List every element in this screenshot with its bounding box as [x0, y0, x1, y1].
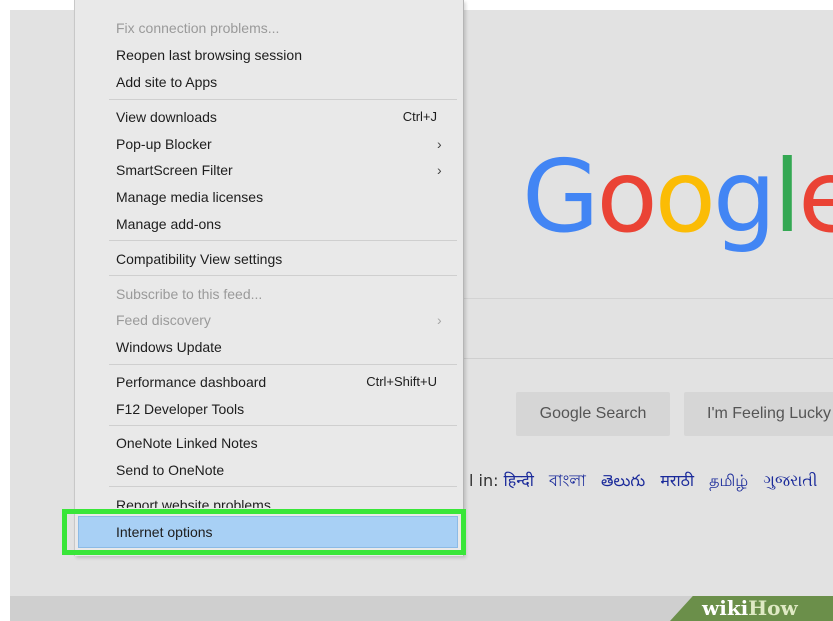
google-logo: Google — [522, 138, 833, 255]
language-link-bangla[interactable]: বাংলা — [549, 471, 586, 490]
menu-item-f12-tools[interactable]: F12 Developer Tools — [116, 398, 244, 420]
logo-letter: g — [712, 138, 777, 255]
submenu-arrow-icon: › — [437, 312, 442, 328]
menu-separator — [109, 275, 457, 276]
menu-separator — [109, 240, 457, 241]
submenu-arrow-icon: › — [437, 136, 442, 152]
menu-item-onenote-linked[interactable]: OneNote Linked Notes — [116, 432, 258, 454]
language-link-gujarati[interactable]: ગુજરાતી — [763, 471, 817, 490]
language-link-tamil[interactable]: தமிழ் — [709, 471, 748, 490]
menu-item-send-onenote[interactable]: Send to OneNote — [116, 459, 224, 481]
menu-item-smartscreen[interactable]: SmartScreen Filter — [116, 159, 233, 181]
menu-item-perf-dashboard[interactable]: Performance dashboard — [116, 371, 266, 393]
language-link-telugu[interactable]: తెలుగు — [601, 471, 645, 490]
language-link-marathi[interactable]: मराठी — [660, 471, 694, 490]
menu-item-feed-discovery[interactable]: Feed discovery — [116, 309, 211, 331]
menu-separator — [109, 364, 457, 365]
menu-item-windows-update[interactable]: Windows Update — [116, 336, 222, 358]
language-links: l in: हिन्दी বাংলা తెలుగు मराठी தமிழ் ગુ… — [469, 468, 833, 495]
search-box-top-edge — [462, 298, 833, 299]
logo-letter: l — [773, 138, 801, 255]
menu-item-fix-connection[interactable]: Fix connection problems... — [116, 17, 279, 39]
menu-item-subscribe-feed[interactable]: Subscribe to this feed... — [116, 283, 262, 305]
language-prefix: l in: — [469, 471, 499, 490]
logo-letter: G — [522, 138, 599, 255]
logo-letter: o — [654, 138, 716, 255]
menu-item-add-site-apps[interactable]: Add site to Apps — [116, 71, 217, 93]
highlight-annotation — [62, 509, 466, 555]
view-downloads-shortcut: Ctrl+J — [402, 109, 437, 124]
menu-separator — [109, 425, 457, 426]
menu-separator — [109, 486, 457, 487]
search-box-bottom-edge[interactable] — [462, 358, 833, 359]
menu-item-compat-view[interactable]: Compatibility View settings — [116, 248, 282, 270]
logo-letter: e — [798, 138, 833, 255]
menu-item-popup-blocker[interactable]: Pop-up Blocker — [116, 133, 212, 155]
language-link-hindi[interactable]: हिन्दी — [504, 471, 534, 490]
submenu-arrow-icon: › — [437, 162, 442, 178]
logo-letter: o — [596, 138, 658, 255]
wikihow-logo: wikiHow — [670, 596, 833, 621]
menu-item-manage-addons[interactable]: Manage add-ons — [116, 213, 221, 235]
menu-item-reopen-session[interactable]: Reopen last browsing session — [116, 44, 302, 66]
menu-item-report-problems[interactable]: Report website problems — [116, 494, 271, 508]
tools-menu: Fix connection problems... Reopen last b… — [74, 0, 464, 556]
feeling-lucky-button[interactable]: I'm Feeling Lucky — [684, 392, 833, 436]
perf-dashboard-shortcut: Ctrl+Shift+U — [366, 374, 437, 389]
menu-item-media-licenses[interactable]: Manage media licenses — [116, 186, 263, 208]
google-search-button[interactable]: Google Search — [516, 392, 670, 436]
menu-separator — [109, 99, 457, 100]
menu-item-view-downloads[interactable]: View downloads — [116, 106, 217, 128]
